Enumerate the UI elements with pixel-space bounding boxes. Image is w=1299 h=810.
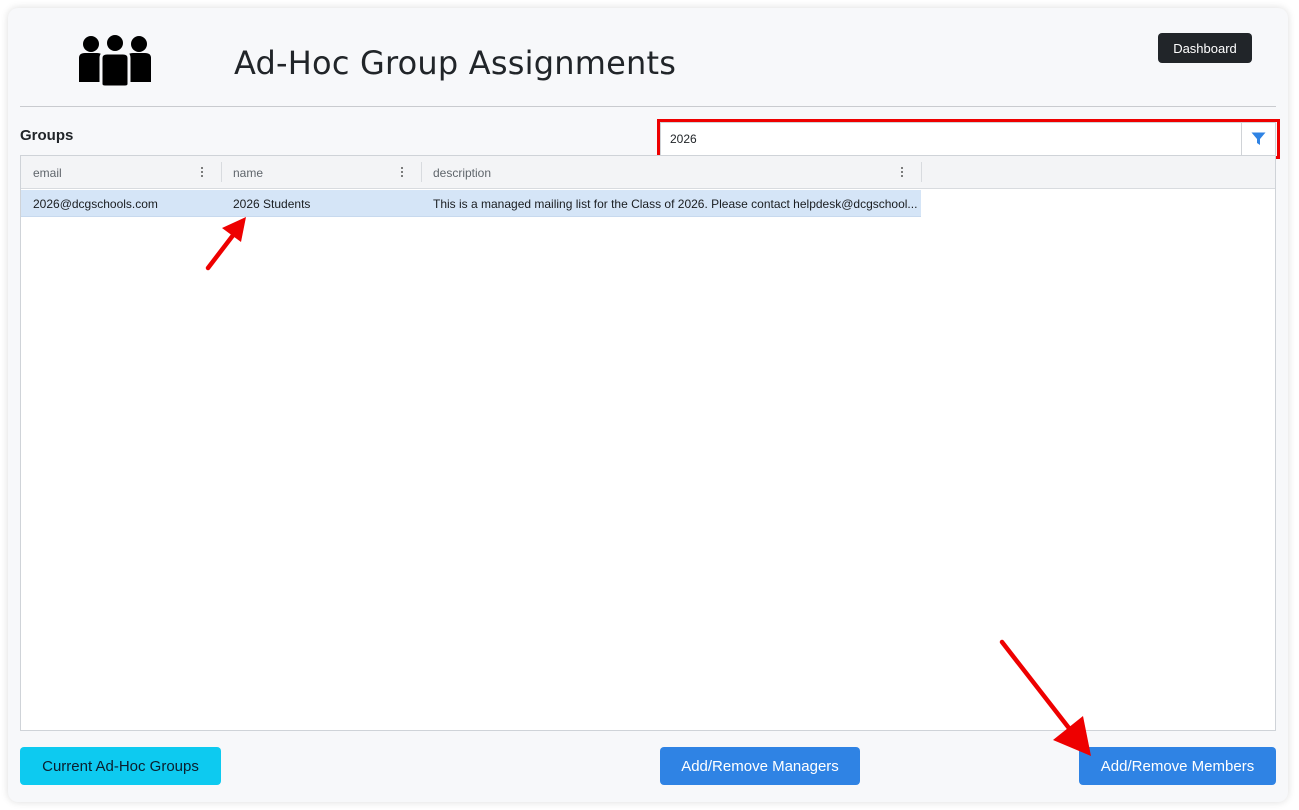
add-remove-members-button[interactable]: Add/Remove Members <box>1079 747 1276 785</box>
current-adhoc-groups-button[interactable]: Current Ad-Hoc Groups <box>20 747 221 785</box>
table-row[interactable]: 2026@dcgschools.com 2026 Students This i… <box>21 190 921 217</box>
add-remove-managers-button[interactable]: Add/Remove Managers <box>660 747 860 785</box>
filter-field <box>660 122 1276 156</box>
column-header-email[interactable]: email <box>21 156 221 189</box>
column-menu-icon[interactable] <box>197 165 207 179</box>
filter-input[interactable] <box>661 123 1241 155</box>
page-title: Ad-Hoc Group Assignments <box>234 44 677 82</box>
dashboard-button[interactable]: Dashboard <box>1158 33 1252 63</box>
column-separator[interactable] <box>921 162 922 182</box>
groups-grid: email name description 2026@dcgschools.c… <box>20 155 1276 731</box>
column-menu-icon[interactable] <box>397 165 407 179</box>
column-header-name[interactable]: name <box>221 156 421 189</box>
filter-icon <box>1251 132 1266 145</box>
grid-header: email name description <box>21 156 1275 189</box>
groups-heading: Groups <box>20 127 74 144</box>
filter-button[interactable] <box>1241 123 1275 155</box>
column-header-description[interactable]: description <box>421 156 921 189</box>
header-divider <box>20 106 1276 107</box>
cell-name: 2026 Students <box>233 196 311 211</box>
cell-description: This is a managed mailing list for the C… <box>433 196 918 211</box>
column-menu-icon[interactable] <box>897 165 907 179</box>
cell-email: 2026@dcgschools.com <box>33 196 158 211</box>
people-group-icon <box>79 35 151 89</box>
